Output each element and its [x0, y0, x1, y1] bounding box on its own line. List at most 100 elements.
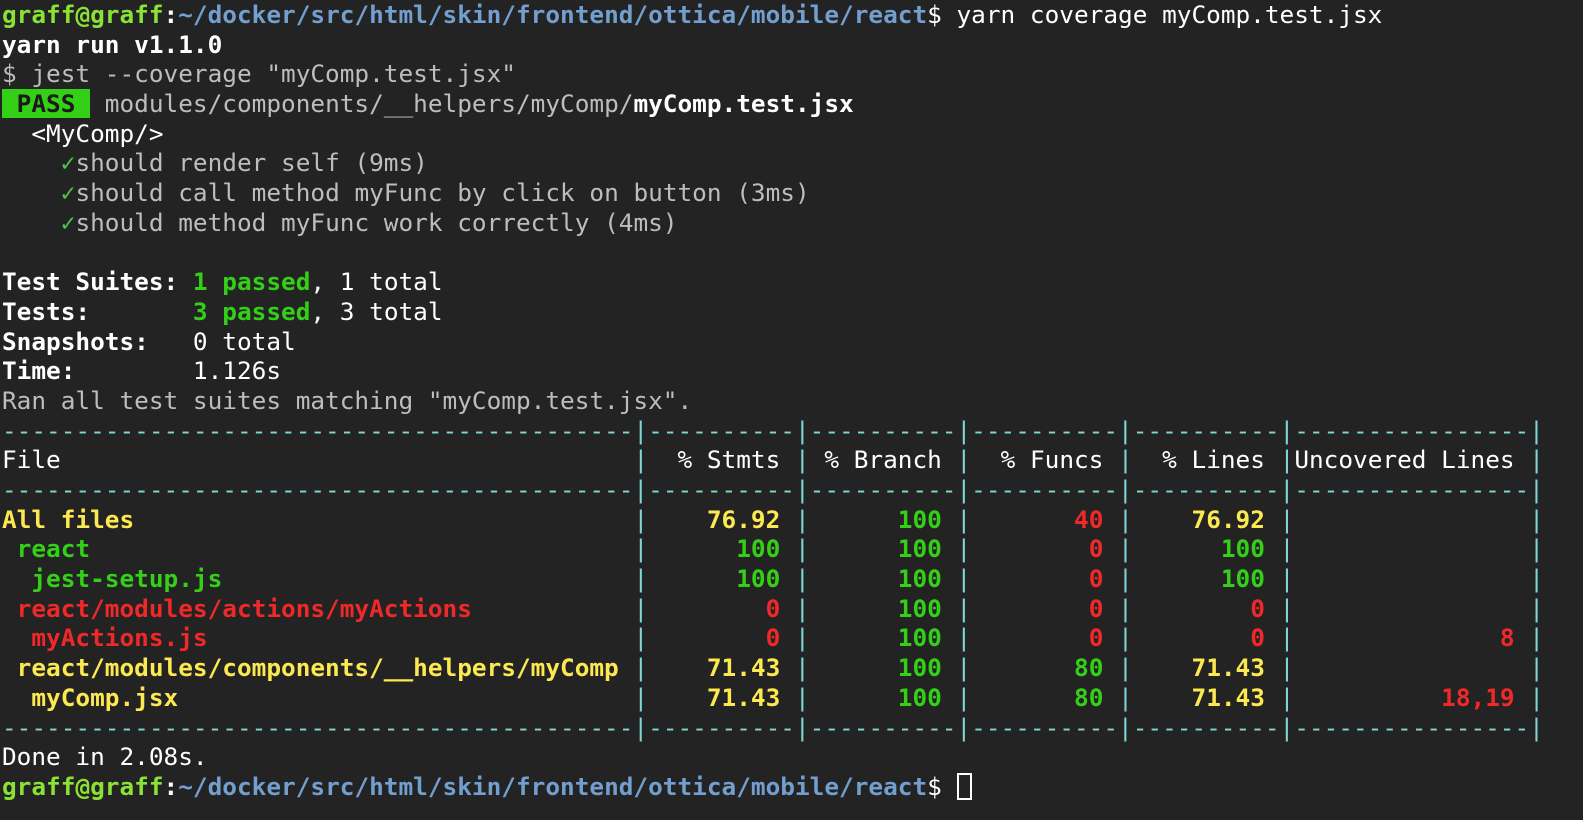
prompt-path: ~/docker/src/html/skin/frontend/ottica/m…	[178, 0, 928, 29]
column-divider: |	[1118, 653, 1133, 683]
cell-stmts: 71.43	[648, 653, 795, 683]
describe-block: <MyComp/>	[2, 118, 164, 148]
cell-stmts: 0	[648, 593, 795, 623]
column-divider: |	[1529, 534, 1544, 564]
column-divider: |	[1529, 504, 1544, 534]
pass-badge: PASS	[2, 89, 91, 119]
column-divider: |	[956, 682, 972, 712]
column-divider: |	[1118, 623, 1133, 653]
column-divider: |	[1279, 504, 1295, 534]
summary-label: Time:	[2, 356, 193, 386]
test-file-line: PASS modules/components/__helpers/myComp…	[2, 89, 1583, 119]
cell-uncovered-lines	[1294, 534, 1529, 563]
summary-label: Test Suites:	[2, 267, 193, 297]
cell-funcs: 80	[971, 682, 1119, 712]
cell-funcs: 0	[971, 534, 1119, 564]
cell-branch: 100	[809, 564, 957, 594]
column-divider: |	[1279, 564, 1295, 594]
summary-tests: Tests: 3 passed, 3 total	[2, 297, 1583, 327]
prompt-line[interactable]: graff@graff:~/docker/src/html/skin/front…	[2, 772, 1583, 802]
header-funcs: % Funcs	[971, 445, 1119, 475]
cell-funcs: 80	[971, 653, 1119, 683]
column-divider: |	[1529, 593, 1544, 623]
text-cursor[interactable]	[956, 772, 972, 800]
column-divider: |	[956, 504, 972, 534]
done-message: Done in 2.08s.	[2, 742, 208, 772]
column-divider: |	[956, 593, 972, 623]
cell-uncovered-lines	[1294, 564, 1529, 593]
cell-uncovered-lines: 8	[1294, 623, 1530, 653]
column-divider: |	[1118, 682, 1133, 712]
check-icon: ✓	[60, 148, 76, 178]
coverage-separator: ----------------------------------------…	[2, 415, 1544, 445]
summary-total: , 3 total	[310, 296, 443, 326]
header-uncovered-lines: Uncovered Lines	[1294, 445, 1530, 475]
test-name: should render self (9ms)	[75, 148, 428, 178]
column-divider: |	[1279, 682, 1295, 712]
jest-command: $ jest --coverage "myComp.test.jsx"	[2, 59, 516, 89]
prompt-sign: $	[927, 771, 942, 801]
prompt-user: graff@graff	[2, 0, 164, 29]
cell-stmts: 100	[648, 534, 795, 564]
column-divider: |	[956, 445, 972, 475]
coverage-row: react | 100 | 100 | 0 | 100 | |	[2, 534, 1583, 564]
header-stmts: % Stmts	[648, 445, 795, 475]
column-divider: |	[1279, 593, 1295, 623]
cell-stmts: 0	[648, 623, 795, 653]
check-icon: ✓	[60, 178, 76, 208]
prompt-line: graff@graff:~/docker/src/html/skin/front…	[2, 0, 1583, 30]
column-divider: |	[1529, 445, 1544, 475]
cell-stmts: 71.43	[648, 682, 795, 712]
coverage-row: react/modules/actions/myActions | 0 | 10…	[2, 594, 1583, 624]
cell-funcs: 0	[971, 623, 1119, 653]
prompt-user: graff@graff	[2, 771, 164, 801]
summary-value: 0 total	[192, 326, 296, 356]
test-result: ✓should call method myFunc by click on b…	[2, 178, 1583, 208]
test-name: should call method myFunc by click on bu…	[75, 178, 810, 208]
summary-suites: Test Suites: 1 passed, 1 total	[2, 267, 1583, 297]
cell-funcs: 0	[971, 564, 1119, 594]
column-divider: |	[633, 504, 649, 534]
test-file-name: myComp.test.jsx	[633, 89, 854, 119]
test-name: should method myFunc work correctly (4ms…	[75, 207, 678, 237]
yarn-header: yarn run v1.1.0	[2, 29, 223, 59]
header-file: File	[2, 445, 634, 475]
coverage-row: jest-setup.js | 100 | 100 | 0 | 100 | |	[2, 564, 1583, 594]
cell-funcs: 40	[971, 504, 1119, 534]
summary-total: , 1 total	[310, 267, 443, 297]
coverage-file-name: myComp.jsx	[2, 682, 634, 712]
column-divider: |	[633, 623, 649, 653]
coverage-row: All files | 76.92 | 100 | 40 | 76.92 | |	[2, 505, 1583, 535]
column-divider: |	[633, 564, 649, 594]
summary-value: 1.126s	[192, 356, 282, 386]
column-divider: |	[794, 445, 810, 475]
coverage-row: myActions.js | 0 | 100 | 0 | 0 | 8 |	[2, 623, 1583, 653]
cell-lines: 71.43	[1132, 653, 1280, 683]
cell-lines: 0	[1132, 593, 1280, 623]
test-result: ✓should render self (9ms)	[2, 148, 1583, 178]
cell-branch: 100	[809, 593, 957, 623]
terminal-window[interactable]: graff@graff: ~/docker/src/html/skin/front…	[0, 0, 1583, 820]
summary-snapshots: Snapshots: 0 total	[2, 327, 1583, 357]
column-divider: |	[1279, 445, 1295, 475]
cell-lines: 100	[1132, 534, 1280, 564]
coverage-file-name: react/modules/components/__helpers/myCom…	[2, 653, 634, 683]
coverage-file-name: All files	[2, 504, 634, 534]
summary-time: Time: 1.126s	[2, 356, 1583, 386]
column-divider: |	[1118, 445, 1133, 475]
header-branch: % Branch	[809, 445, 957, 475]
cell-stmts: 76.92	[648, 504, 795, 534]
column-divider: |	[794, 564, 810, 594]
summary-passed: 1 passed	[192, 267, 311, 297]
coverage-file-name: react/modules/actions/myActions	[2, 593, 634, 623]
ran-message: Ran all test suites matching "myComp.tes…	[2, 385, 693, 415]
cell-lines: 71.43	[1132, 682, 1280, 712]
column-divider: |	[794, 623, 810, 653]
coverage-file-name: myActions.js	[2, 623, 634, 653]
column-divider: |	[794, 593, 810, 623]
coverage-separator: ----------------------------------------…	[2, 475, 1544, 504]
prompt-colon: :	[163, 771, 179, 801]
column-divider: |	[1529, 653, 1544, 683]
cell-uncovered-lines	[1294, 594, 1529, 623]
